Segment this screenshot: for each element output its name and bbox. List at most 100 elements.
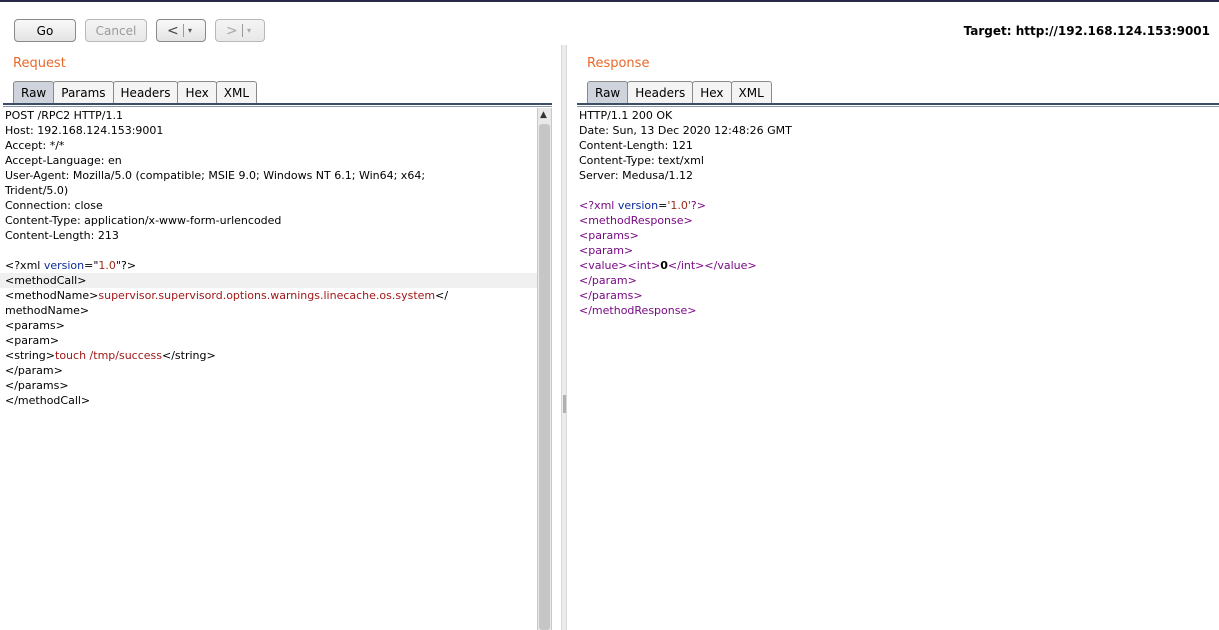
request-line[interactable]: User-Agent: Mozilla/5.0 (compatible; MSI… [0, 168, 537, 183]
request-tab-raw[interactable]: Raw [13, 81, 55, 103]
code-token: =" [84, 259, 99, 272]
response-editor[interactable]: HTTP/1.1 200 OK Date: Sun, 13 Dec 2020 12… [574, 108, 1219, 318]
response-line[interactable]: <?xml version='1.0'?> [574, 198, 1219, 213]
code-token: <params> [579, 229, 639, 242]
request-line[interactable]: Accept: */* [0, 138, 537, 153]
response-line[interactable]: <params> [574, 228, 1219, 243]
code-token: </param> [5, 364, 63, 377]
request-line[interactable]: POST /RPC2 HTTP/1.1 [0, 108, 537, 123]
request-line[interactable]: <methodCall> [0, 273, 537, 288]
request-line[interactable] [0, 243, 537, 258]
code-token: </params> [579, 289, 643, 302]
response-tab-raw[interactable]: Raw [587, 81, 629, 103]
code-token: </int></value> [667, 259, 757, 272]
go-label: Go [36, 23, 54, 38]
code-token: </params> [5, 379, 69, 392]
dropdown-icon[interactable]: ▾ [247, 26, 251, 35]
code-token: </ [435, 289, 449, 302]
request-title: Request [13, 56, 66, 71]
request-tab-params[interactable]: Params [53, 81, 114, 103]
back-button[interactable]: < ▾ [156, 19, 206, 42]
code-token: Server: Medusa/1.12 [579, 169, 693, 182]
request-tab-headers[interactable]: Headers [112, 81, 179, 103]
response-line[interactable]: Server: Medusa/1.12 [574, 168, 1219, 183]
code-token: Content-Length: 213 [5, 229, 119, 242]
code-token: methodName> [5, 304, 90, 317]
code-token: <methodCall> [5, 274, 87, 287]
request-line[interactable]: <string>touch /tmp/success</string> [0, 348, 537, 363]
response-line[interactable]: Content-Length: 121 [574, 138, 1219, 153]
code-token: <?xml [5, 259, 44, 272]
code-token: Connection: close [5, 199, 103, 212]
splitter-grip-icon[interactable] [563, 395, 566, 413]
request-line[interactable]: Connection: close [0, 198, 537, 213]
back-arrow-icon: < [167, 22, 179, 39]
dropdown-icon[interactable]: ▾ [188, 26, 192, 35]
request-line[interactable]: Content-Type: application/x-www-form-url… [0, 213, 537, 228]
request-line[interactable]: </params> [0, 378, 537, 393]
window-top-border [0, 0, 1219, 2]
response-line[interactable]: <methodResponse> [574, 213, 1219, 228]
code-token: <string> [5, 349, 56, 362]
response-tab-underline [577, 103, 1219, 105]
response-line[interactable]: <param> [574, 243, 1219, 258]
request-line[interactable]: </methodCall> [0, 393, 537, 408]
response-tab-headers[interactable]: Headers [627, 81, 694, 103]
target-label[interactable]: Target: http://192.168.124.153:9001 [964, 24, 1210, 38]
request-line[interactable]: Host: 192.168.124.153:9001 [0, 123, 537, 138]
request-line[interactable]: Accept-Language: en [0, 153, 537, 168]
separator [242, 24, 243, 37]
response-line[interactable]: Content-Type: text/xml [574, 153, 1219, 168]
code-token: Content-Type: text/xml [579, 154, 704, 167]
code-token: 1.0 [98, 259, 116, 272]
code-token: <methodName> [5, 289, 99, 302]
pane-splitter[interactable] [561, 45, 567, 630]
code-token: </methodCall> [5, 394, 91, 407]
response-tab-hex[interactable]: Hex [692, 81, 732, 103]
request-line[interactable]: methodName> [0, 303, 537, 318]
request-tab-underline [3, 103, 552, 105]
code-token: Trident/5.0) [5, 184, 69, 197]
response-line[interactable]: </methodResponse> [574, 303, 1219, 318]
code-token: <methodResponse> [579, 214, 693, 227]
response-line[interactable]: Date: Sun, 13 Dec 2020 12:48:26 GMT [574, 123, 1219, 138]
request-tab-underline-2 [3, 106, 552, 107]
response-tab-xml[interactable]: XML [730, 81, 772, 103]
request-line[interactable]: <methodName>supervisor.supervisord.optio… [0, 288, 537, 303]
code-token: <?xml [579, 199, 618, 212]
code-token: POST /RPC2 HTTP/1.1 [5, 109, 123, 122]
code-token: </param> [579, 274, 637, 287]
response-tab-underline-2 [577, 106, 1219, 107]
scrollbar-thumb[interactable] [539, 124, 550, 630]
request-editor[interactable]: POST /RPC2 HTTP/1.1 Host: 192.168.124.153… [0, 108, 537, 408]
code-token: '1.0' [667, 199, 691, 212]
response-line[interactable]: HTTP/1.1 200 OK [574, 108, 1219, 123]
cancel-button[interactable]: Cancel [85, 19, 147, 42]
request-line[interactable]: Trident/5.0) [0, 183, 537, 198]
request-line[interactable]: Content-Length: 213 [0, 228, 537, 243]
response-line[interactable]: </params> [574, 288, 1219, 303]
request-line[interactable]: <param> [0, 333, 537, 348]
request-tab-hex[interactable]: Hex [177, 81, 217, 103]
request-scrollbar[interactable]: ▲ [537, 108, 551, 630]
response-line[interactable]: <value><int>0</int></value> [574, 258, 1219, 273]
code-token: <param> [579, 244, 634, 257]
code-token: Host: 192.168.124.153:9001 [5, 124, 164, 137]
cancel-label: Cancel [95, 23, 137, 38]
code-token: Content-Length: 121 [579, 139, 693, 152]
request-line[interactable]: </param> [0, 363, 537, 378]
forward-button[interactable]: > ▾ [215, 19, 265, 42]
code-token: HTTP/1.1 200 OK [579, 109, 673, 122]
separator [183, 24, 184, 37]
request-line[interactable]: <?xml version="1.0"?> [0, 258, 537, 273]
code-token: Content-Type: application/x-www-form-url… [5, 214, 282, 227]
response-line[interactable]: </param> [574, 273, 1219, 288]
go-button[interactable]: Go [14, 19, 76, 42]
code-token: touch /tmp/success [55, 349, 162, 362]
request-tab-xml[interactable]: XML [215, 81, 258, 103]
scroll-up-icon[interactable]: ▲ [540, 110, 547, 120]
forward-arrow-icon: > [226, 22, 238, 39]
code-token: version [43, 259, 85, 272]
response-line[interactable] [574, 183, 1219, 198]
request-line[interactable]: <params> [0, 318, 537, 333]
